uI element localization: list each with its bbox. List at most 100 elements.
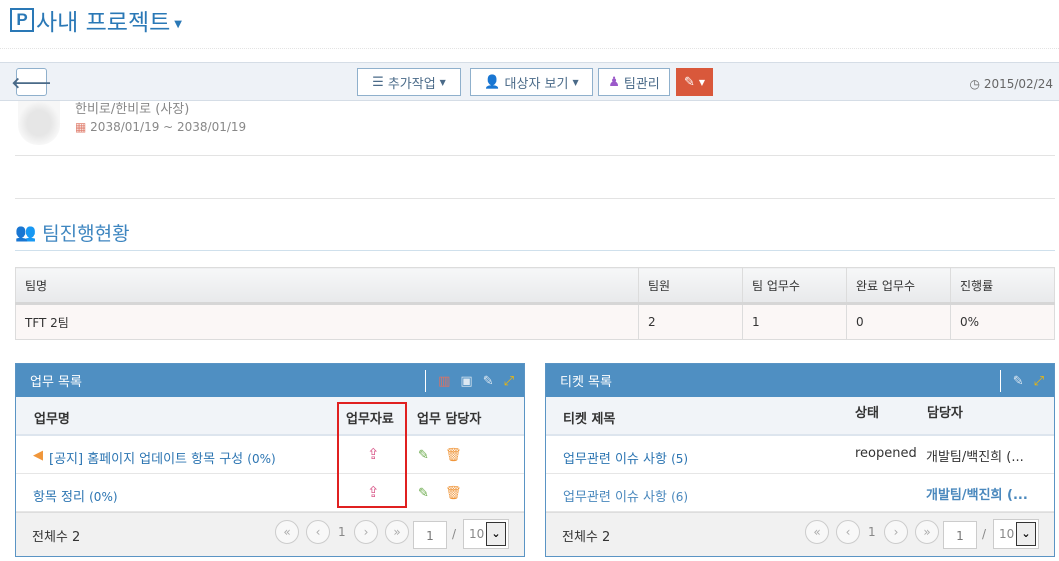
section-title: 👥 팀진행현황 bbox=[15, 219, 130, 246]
project-title[interactable]: P 사내 프로젝트 ▼ bbox=[10, 4, 182, 36]
user-icon: 👤 bbox=[484, 74, 501, 90]
panel-title: 티켓 목록 bbox=[560, 375, 612, 390]
expand-icon[interactable]: ⤢ bbox=[1034, 374, 1044, 389]
col-team-name: 팀명 bbox=[15, 267, 639, 305]
pencil-icon[interactable]: ✎ bbox=[1013, 374, 1024, 389]
ticket-title: 업무관련 이슈 사항 bbox=[563, 452, 667, 467]
task-name: 항목 정리 bbox=[33, 490, 85, 505]
task-progress: (0%) bbox=[89, 490, 118, 504]
first-page-button[interactable]: « bbox=[805, 520, 829, 544]
divider bbox=[15, 250, 1055, 251]
list-icon: ☰ bbox=[372, 74, 384, 90]
owner-name: 한비로/한비로 (사장) bbox=[75, 102, 190, 117]
edit-dropdown-button[interactable]: ✎ ▼ bbox=[676, 68, 713, 96]
users-icon: 👥 bbox=[15, 222, 37, 243]
first-page-button[interactable]: « bbox=[275, 520, 299, 544]
ticket-title: 업무관련 이슈 사항 bbox=[563, 490, 667, 505]
avatar bbox=[18, 101, 60, 145]
panel-title: 업무 목록 bbox=[30, 375, 82, 390]
clock-icon: ◷ bbox=[969, 77, 980, 91]
panel-header: 티켓 목록 ✎ ⤢ bbox=[546, 364, 1054, 397]
pencil-icon: ✎ bbox=[683, 74, 695, 90]
panel-header: 업무 목록 ▥ ▣ ✎ ⤢ bbox=[16, 364, 524, 397]
col-members: 팀원 bbox=[638, 267, 743, 305]
task-link[interactable]: 항목 정리 (0%) bbox=[33, 486, 118, 505]
cell-task-count: 1 bbox=[742, 303, 847, 340]
page-separator: / bbox=[982, 527, 987, 541]
expand-icon[interactable]: ⤢ bbox=[504, 374, 514, 389]
view-target-button[interactable]: 👤 대상자 보기 ▼ bbox=[470, 68, 593, 96]
task-name: [공지] 홈페이지 업데이트 항목 구성 bbox=[49, 452, 244, 467]
date-text: 2015/02/24 bbox=[983, 77, 1053, 91]
ticket-assignee: 개발팀/백진희 (... bbox=[926, 450, 1024, 465]
ticket-status: reopened bbox=[855, 446, 917, 461]
last-page-button[interactable]: » bbox=[915, 520, 939, 544]
next-page-button[interactable]: › bbox=[354, 520, 378, 544]
ticket-link[interactable]: 업무관련 이슈 사항 (6) bbox=[563, 486, 688, 505]
team-status-table: 팀명 팀원 팀 업무수 완료 업무수 진행률 TFT 2팀 2 1 0 0% bbox=[15, 267, 1055, 340]
pencil-icon[interactable]: ✎ bbox=[483, 374, 494, 389]
ticket-link[interactable]: 업무관련 이슈 사항 (5) bbox=[563, 448, 688, 467]
view-target-label: 대상자 보기 bbox=[504, 76, 569, 92]
col-task-assignee: 업무 담당자 bbox=[417, 412, 482, 427]
bar-chart-icon[interactable]: ▥ bbox=[438, 374, 450, 389]
team-manage-label: 팀관리 bbox=[623, 76, 660, 92]
col-progress: 진행률 bbox=[950, 267, 1055, 305]
page-input[interactable]: 1 bbox=[413, 521, 447, 549]
divider bbox=[15, 155, 1055, 156]
project-period: ▦ 2038/01/19 ~ 2038/01/19 bbox=[75, 120, 246, 134]
project-logo-icon: P bbox=[10, 8, 34, 32]
divider bbox=[15, 198, 1055, 199]
cell-progress: 0% bbox=[950, 303, 1055, 340]
prev-page-button[interactable]: ‹ bbox=[836, 520, 860, 544]
back-button[interactable]: 🡐 bbox=[11, 68, 52, 96]
highlight-box bbox=[337, 402, 407, 508]
current-page[interactable]: 1 bbox=[338, 525, 346, 539]
trash-icon[interactable]: 🗑 bbox=[445, 448, 462, 463]
page-size-select[interactable]: 10 ⌄ bbox=[993, 519, 1039, 549]
col-assignee: 담당자 bbox=[927, 406, 963, 421]
table-row: 업무관련 이슈 사항 (5) reopened 개발팀/백진희 (... bbox=[546, 436, 1054, 474]
table-header-row: 팀명 팀원 팀 업무수 완료 업무수 진행률 bbox=[15, 267, 1055, 305]
caret-down-icon: ▼ bbox=[698, 77, 706, 87]
chevron-down-icon: ▼ bbox=[174, 18, 182, 30]
current-date: ◷ 2015/02/24 bbox=[970, 77, 1053, 91]
next-page-button[interactable]: › bbox=[884, 520, 908, 544]
ticket-list-panel: 티켓 목록 ✎ ⤢ 티켓 제목 상태 담당자 업무관련 이슈 사항 (5) re… bbox=[545, 363, 1055, 557]
edit-icon[interactable]: ✎ bbox=[418, 486, 429, 501]
page-size-select[interactable]: 10 ⌄ bbox=[463, 519, 509, 549]
ticket-count: (6) bbox=[671, 490, 689, 504]
col-task-name: 업무명 bbox=[34, 412, 70, 427]
edit-icon[interactable]: ✎ bbox=[418, 448, 429, 463]
table-row[interactable]: TFT 2팀 2 1 0 0% bbox=[15, 303, 1055, 340]
table-row: 업무관련 이슈 사항 (6) 개발팀/백진희 (... bbox=[546, 474, 1054, 512]
current-page[interactable]: 1 bbox=[868, 525, 876, 539]
period-text: 2038/01/19 ~ 2038/01/19 bbox=[90, 120, 247, 134]
ticket-assignee[interactable]: 개발팀/백진희 (... bbox=[926, 484, 1028, 503]
megaphone-icon: ◀ bbox=[33, 448, 43, 463]
divider bbox=[0, 48, 1059, 49]
table-row: 항목 정리 (0%) ⇪ ✎ 🗑 bbox=[16, 474, 524, 512]
more-actions-label: 추가작업 bbox=[387, 76, 436, 92]
task-link[interactable]: [공지] 홈페이지 업데이트 항목 구성 (0%) bbox=[49, 448, 276, 467]
chevron-down-icon: ⌄ bbox=[1016, 522, 1036, 546]
person-icon: ♟ bbox=[608, 74, 620, 90]
page-input[interactable]: 1 bbox=[943, 521, 977, 549]
col-status: 상태 bbox=[855, 406, 879, 421]
last-page-button[interactable]: » bbox=[385, 520, 409, 544]
trash-icon[interactable]: 🗑 bbox=[445, 486, 462, 501]
cell-members: 2 bbox=[638, 303, 743, 340]
col-task-count: 팀 업무수 bbox=[742, 267, 847, 305]
task-list-panel: 업무 목록 ▥ ▣ ✎ ⤢ 업무명 업무자료 업무 담당자 ◀ [공지] 홈페이… bbox=[15, 363, 525, 557]
section-title-text: 팀진행현황 bbox=[42, 223, 130, 245]
prev-page-button[interactable]: ‹ bbox=[306, 520, 330, 544]
toolbar: 🡐 ☰ 추가작업 ▼ 👤 대상자 보기 ▼ ♟ 팀관리 ✎ ▼ ◷ 2015/02/24 bbox=[0, 62, 1059, 101]
page-separator: / bbox=[452, 527, 457, 541]
more-actions-button[interactable]: ☰ 추가작업 ▼ bbox=[357, 68, 461, 96]
team-manage-button[interactable]: ♟ 팀관리 bbox=[598, 68, 670, 96]
pagination-footer: 전체수 2 « ‹ 1 › » 1 / 10 ⌄ bbox=[16, 512, 524, 556]
calendar-icon: ▦ bbox=[75, 120, 87, 134]
arrow-left-icon: 🡐 bbox=[11, 73, 52, 92]
edit-square-icon[interactable]: ▣ bbox=[460, 374, 472, 389]
caret-down-icon: ▼ bbox=[572, 77, 579, 87]
